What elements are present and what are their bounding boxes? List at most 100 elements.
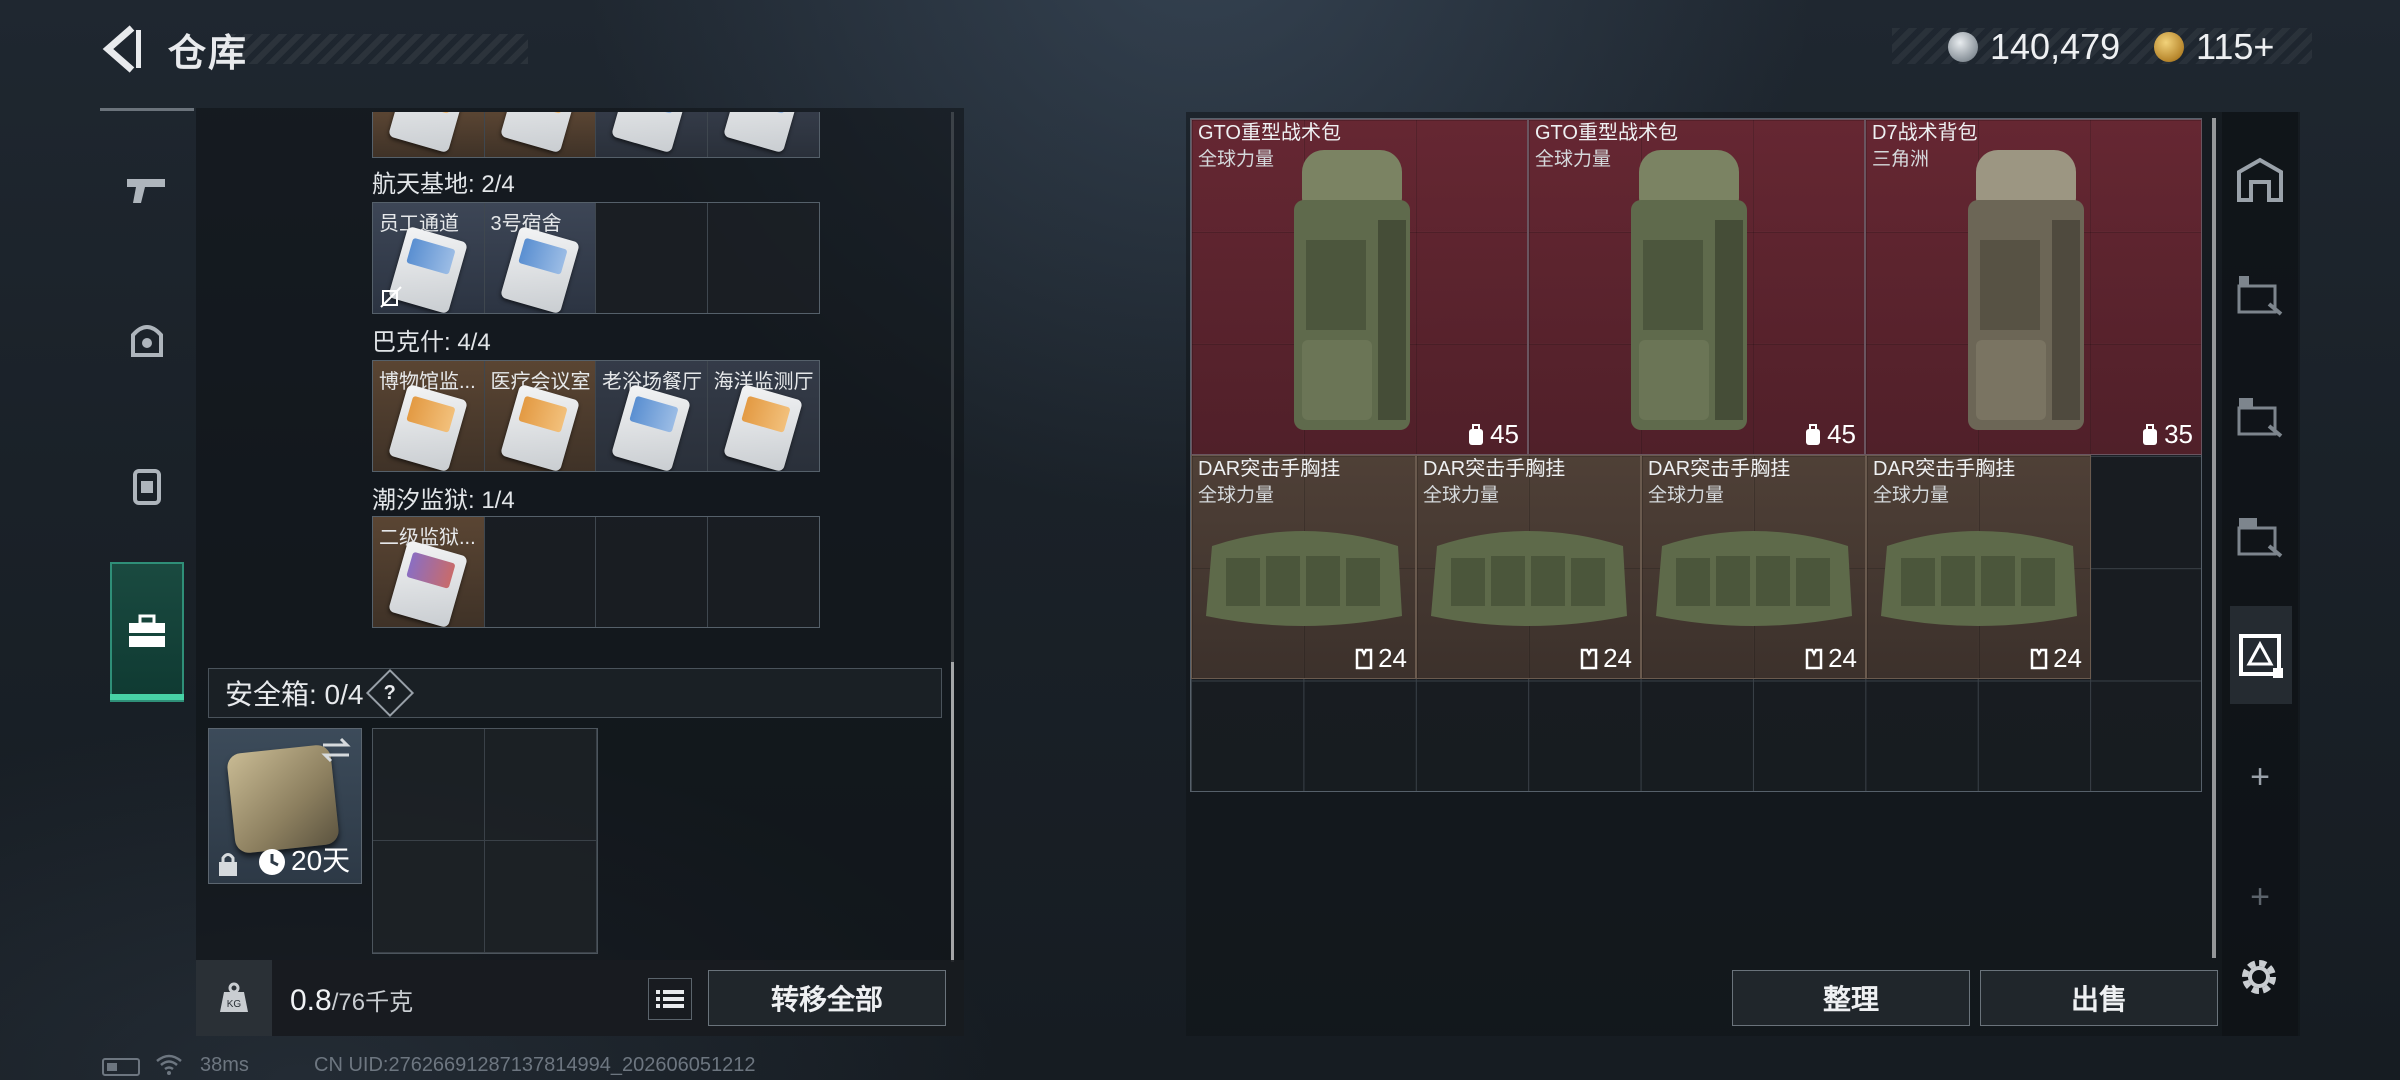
keycard-slot[interactable]: 博物馆监...: [373, 361, 485, 471]
item-brand: 全球力量: [1873, 485, 1950, 506]
sell-button[interactable]: 出售: [1980, 970, 2218, 1026]
unavailable-icon: [380, 286, 402, 308]
keycard-slot-empty[interactable]: [484, 517, 596, 627]
vest-capacity-icon: [1580, 648, 1598, 669]
keycard-icon: [722, 383, 803, 471]
swap-icon[interactable]: [319, 735, 353, 765]
back-arrow-icon[interactable]: [98, 22, 142, 76]
clock-icon: [259, 849, 285, 875]
stash-tab-1[interactable]: [2222, 124, 2298, 234]
nav-weapons[interactable]: [100, 124, 194, 254]
vest-capacity-icon: [1355, 648, 1373, 669]
safebox-days: 20天: [291, 845, 351, 876]
stash-item-chest-rig[interactable]: DAR突击手胸挂 全球力量 24: [1641, 455, 1866, 679]
transfer-all-button[interactable]: 转移全部: [708, 970, 946, 1026]
backpack-image: [1294, 150, 1410, 430]
gold-currency-value[interactable]: 115+: [2196, 26, 2274, 68]
section-label-tidal-prison: 潮汐监狱: 1/4: [372, 487, 515, 514]
safebox-slot[interactable]: [485, 841, 597, 953]
helmet-icon: [131, 325, 163, 357]
title-decoration: [228, 34, 528, 64]
keycard-slot-empty[interactable]: [707, 203, 819, 313]
svg-text:KG: KG: [227, 999, 242, 1010]
keycard-slot[interactable]: 海洋监测厅: [707, 361, 819, 471]
keycard-icon: [611, 383, 691, 471]
stash-scrollbar[interactable]: [2212, 118, 2216, 958]
safebox-slot[interactable]: [485, 729, 597, 841]
stash-item-backpack[interactable]: GTO重型战术包 全球力量 45: [1191, 119, 1528, 455]
item-name: GTO重型战术包: [1535, 122, 1678, 144]
stash-tab-2[interactable]: [2222, 240, 2298, 350]
stash-tab-3[interactable]: [2222, 362, 2298, 472]
keycard-slot[interactable]: 医疗会议室: [484, 361, 596, 471]
stash-item-backpack[interactable]: GTO重型战术包 全球力量 45: [1528, 119, 1865, 455]
backpack-capacity-icon: [1469, 423, 1484, 445]
item-brand: 全球力量: [1535, 149, 1612, 170]
keycard-slot-empty[interactable]: [707, 517, 819, 627]
backpack-icon: [133, 469, 161, 505]
item-name: DAR突击手胸挂: [1648, 458, 1791, 480]
vest-capacity-icon: [1805, 648, 1823, 669]
safebox-title: 安全箱: 0/4: [225, 679, 364, 710]
item-brand: 全球力量: [1648, 485, 1725, 506]
ping-value: 38ms: [200, 1054, 249, 1076]
item-name: GTO重型战术包: [1198, 122, 1341, 144]
left-scrollbar-thumb[interactable]: [951, 662, 954, 962]
silver-currency-value[interactable]: 140,479: [1990, 26, 2120, 68]
chest-rig-image: [1431, 531, 1627, 626]
item-brand: 全球力量: [1423, 485, 1500, 506]
help-icon[interactable]: ?: [366, 668, 415, 718]
page-title: 仓库: [168, 33, 249, 75]
keycard-slot[interactable]: [707, 112, 819, 157]
backpack-capacity-icon: [2143, 423, 2158, 445]
add-stash-button[interactable]: +: [2222, 722, 2298, 832]
weight-icon-box: KG: [196, 960, 272, 1036]
item-capacity: 24: [1804, 643, 1857, 674]
uid-text: CN UID:27626691287137814994_202606051212: [314, 1054, 756, 1076]
keycard-slot-empty[interactable]: [596, 517, 708, 627]
stash-item-backpack[interactable]: D7战术背包 三角洲 35: [1865, 119, 2202, 455]
item-capacity: 24: [1354, 643, 1407, 674]
settings-gear-icon[interactable]: [2232, 950, 2286, 1004]
item-name: DAR突击手胸挂: [1423, 458, 1566, 480]
keycard-slot[interactable]: 3号宿舍: [484, 203, 596, 313]
keycard-slot[interactable]: [373, 112, 485, 157]
list-icon: [656, 990, 684, 1008]
stash-4-icon: [2237, 518, 2283, 558]
item-capacity: 24: [2029, 643, 2082, 674]
stash-item-chest-rig[interactable]: DAR突击手胸挂 全球力量 24: [1416, 455, 1641, 679]
safebox-slot[interactable]: [373, 729, 485, 841]
safebox-slot[interactable]: [373, 841, 485, 953]
backpack-image: [1631, 150, 1747, 430]
nav-backpack[interactable]: [100, 420, 194, 550]
keycard-slot[interactable]: 二级监狱...: [373, 517, 485, 627]
safebox-header: 安全箱: 0/4 ?: [208, 668, 942, 718]
toolbox-icon: [129, 614, 165, 647]
list-view-button[interactable]: [648, 978, 692, 1020]
sort-button[interactable]: 整理: [1732, 970, 1970, 1026]
item-name: DAR突击手胸挂: [1873, 458, 2016, 480]
backpack-capacity-icon: [1806, 423, 1821, 445]
backpack-image: [1968, 150, 2084, 430]
stash-tab-4[interactable]: [2222, 482, 2298, 592]
stash-tab-5[interactable]: [2222, 600, 2298, 710]
safebox-item[interactable]: 20天: [208, 728, 362, 884]
item-name: DAR突击手胸挂: [1198, 458, 1341, 480]
weight-value: 0.8/76千克: [290, 984, 414, 1017]
keycard-slot[interactable]: [596, 112, 708, 157]
keycard-slot[interactable]: [484, 112, 596, 157]
stash-item-chest-rig[interactable]: DAR突击手胸挂 全球力量 24: [1866, 455, 2091, 679]
item-capacity: 24: [1579, 643, 1632, 674]
keycard-slot-empty[interactable]: [596, 203, 708, 313]
lock-icon: [219, 853, 237, 876]
section-label-bakhsh: 巴克什: 4/4: [372, 329, 491, 356]
keycard-slot[interactable]: 员工通道: [373, 203, 485, 313]
stash-item-chest-rig[interactable]: DAR突击手胸挂 全球力量 24: [1191, 455, 1416, 679]
silver-coin-icon: [1948, 32, 1978, 62]
nav-toolbox[interactable]: [100, 566, 194, 696]
add-stash-button-disabled[interactable]: +: [2222, 842, 2298, 952]
keycard-row-tidal-prison: 二级监狱...: [372, 516, 820, 628]
wifi-icon: [156, 1054, 182, 1075]
nav-armor[interactable]: [100, 274, 194, 404]
keycard-slot[interactable]: 老浴场餐厅: [596, 361, 708, 471]
